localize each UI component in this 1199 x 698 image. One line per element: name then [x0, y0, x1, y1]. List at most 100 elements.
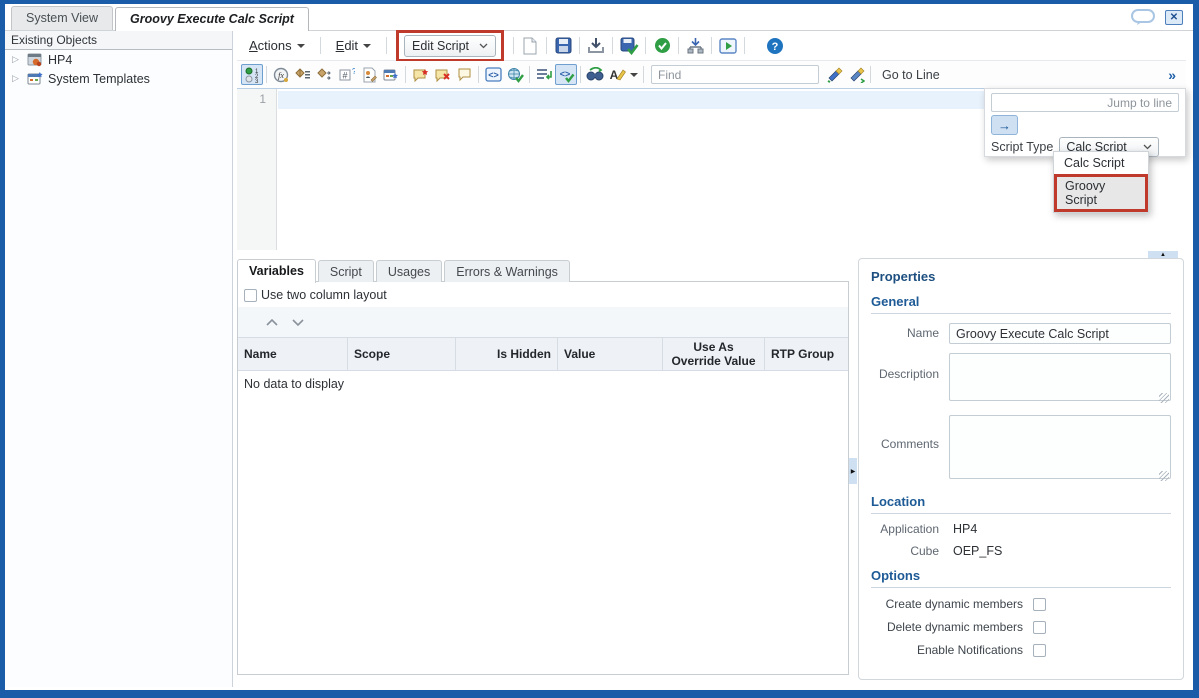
name-input[interactable] — [949, 323, 1171, 344]
variables-toolbar — [238, 307, 848, 337]
no-data-text: No data to display — [244, 377, 345, 391]
properties-title: Properties — [871, 269, 936, 284]
move-down-icon[interactable] — [292, 318, 304, 326]
option-groovy-script[interactable]: Groovy Script — [1054, 174, 1148, 212]
search-backward-icon[interactable] — [845, 64, 867, 85]
application-icon — [27, 53, 43, 67]
insert-function-icon[interactable]: fx — [270, 64, 292, 85]
svg-text:<>: <> — [559, 69, 570, 79]
column-header-value[interactable]: Value — [558, 338, 663, 370]
line-number: 1 — [259, 92, 266, 106]
edit-script-label: Edit Script — [412, 38, 470, 53]
expand-icon[interactable]: ▷ — [12, 73, 22, 84]
line-number-gutter: 1 — [237, 89, 277, 250]
format-script-icon[interactable] — [533, 64, 555, 85]
wrap-text-icon[interactable]: <> — [482, 64, 504, 85]
script-type-options: Calc Script Groovy Script — [1053, 151, 1149, 213]
description-label: Description — [878, 367, 939, 381]
save-as-icon[interactable] — [583, 34, 609, 58]
create-dynamic-members-checkbox[interactable] — [1033, 597, 1046, 611]
description-textarea[interactable] — [949, 353, 1171, 401]
go-arrow-button[interactable]: → — [991, 115, 1018, 135]
toggle-line-numbers-icon[interactable]: 123 — [241, 64, 263, 85]
script-edit-mode-icon[interactable]: <> — [555, 64, 577, 85]
close-icon[interactable]: ✕ — [1165, 10, 1183, 25]
svg-text:A: A — [609, 68, 618, 82]
tab-system-view[interactable]: System View — [11, 6, 114, 30]
svg-text:<>: <> — [488, 70, 499, 80]
delete-dynamic-members-label: Delete dynamic members — [886, 620, 1023, 634]
variables-table-header: Name Scope Is Hidden Value Use As Overri… — [238, 337, 848, 371]
script-toolbar: 123 fx #? <> — [237, 61, 1186, 88]
debug-script-icon[interactable] — [715, 34, 741, 58]
highlight-syntax-icon[interactable]: A — [606, 64, 628, 85]
column-header-is-hidden[interactable]: Is Hidden — [456, 338, 558, 370]
column-header-rtp-group[interactable]: RTP Group — [765, 338, 848, 370]
find-input[interactable] — [651, 65, 819, 84]
verify-syntax-icon[interactable] — [504, 64, 526, 85]
goto-line-popup: → Script Type Calc Script — [984, 88, 1186, 157]
actions-menu-label: Actions — [249, 38, 292, 53]
location-section-heading: Location — [871, 494, 1171, 514]
edit-properties-icon[interactable] — [358, 64, 380, 85]
delete-dynamic-members-checkbox[interactable] — [1033, 620, 1046, 634]
two-column-layout-checkbox[interactable] — [244, 288, 257, 302]
tab-errors-warnings[interactable]: Errors & Warnings — [444, 260, 570, 282]
options-section-heading: Options — [871, 568, 1171, 588]
insert-member-icon[interactable] — [292, 64, 314, 85]
tab-script[interactable]: Script — [317, 260, 374, 282]
comments-textarea[interactable] — [949, 415, 1171, 479]
tab-groovy-execute-calc-script[interactable]: Groovy Execute Calc Script — [115, 7, 309, 31]
sidebar-item-system-templates[interactable]: ▷ System Templates — [5, 69, 232, 88]
new-script-icon[interactable] — [517, 34, 543, 58]
sidebar-item-hp4[interactable]: ▷ HP4 — [5, 50, 232, 69]
add-comment-icon[interactable] — [409, 64, 431, 85]
cube-label: Cube — [910, 544, 939, 558]
enable-notifications-checkbox[interactable] — [1033, 643, 1046, 657]
comment-icon[interactable] — [453, 64, 475, 85]
resize-grip-icon[interactable] — [1159, 471, 1169, 481]
svg-text:#: # — [342, 70, 347, 80]
insert-variable-icon[interactable]: #? — [336, 64, 358, 85]
insert-member-range-icon[interactable] — [314, 64, 336, 85]
column-header-use-as-override[interactable]: Use As Override Value — [663, 338, 765, 370]
resize-grip-icon[interactable] — [1159, 393, 1169, 403]
insert-template-icon[interactable] — [380, 64, 402, 85]
collapse-up-icon[interactable]: ▲ — [1148, 251, 1178, 258]
svg-text:3: 3 — [255, 79, 259, 83]
two-column-layout-label: Use two column layout — [261, 288, 387, 302]
chevron-down-icon[interactable] — [628, 64, 640, 85]
save-icon[interactable] — [550, 34, 576, 58]
variables-panel: Use two column layout Name Scope Is Hidd… — [237, 281, 849, 675]
expand-icon[interactable]: ▷ — [12, 54, 22, 65]
validate-save-icon[interactable] — [616, 34, 642, 58]
search-forward-icon[interactable] — [823, 64, 845, 85]
deploy-icon[interactable] — [682, 34, 708, 58]
edit-menu[interactable]: Edit — [324, 38, 383, 53]
edit-script-dropdown[interactable]: Edit Script — [404, 34, 497, 57]
titlebar: System View Groovy Execute Calc Script ✕ — [5, 4, 1193, 31]
validate-icon[interactable] — [649, 34, 675, 58]
properties-panel: Properties General Name Description Comm… — [858, 258, 1184, 680]
toolbar-overflow-icon[interactable]: » — [1168, 67, 1182, 83]
edit-menu-label: Edit — [335, 38, 359, 53]
option-calc-script[interactable]: Calc Script — [1054, 152, 1148, 174]
goto-line-label[interactable]: Go to Line — [874, 68, 948, 82]
move-up-icon[interactable] — [266, 318, 278, 326]
tab-variables[interactable]: Variables — [237, 259, 316, 283]
chevron-down-icon — [296, 43, 305, 48]
column-header-name[interactable]: Name — [238, 338, 348, 370]
application-value: HP4 — [953, 522, 978, 536]
actions-menu[interactable]: Actions — [237, 38, 317, 53]
delete-comment-icon[interactable] — [431, 64, 453, 85]
column-header-scope[interactable]: Scope — [348, 338, 456, 370]
help-icon[interactable]: ? — [762, 34, 788, 58]
jump-to-line-input[interactable] — [991, 93, 1179, 112]
sidebar-item-label: System Templates — [48, 71, 150, 86]
find-replace-icon[interactable] — [584, 64, 606, 85]
create-dynamic-members-label: Create dynamic members — [885, 597, 1023, 611]
collapse-right-icon[interactable]: ▶ — [849, 458, 857, 484]
chevron-down-icon — [479, 43, 488, 48]
tab-usages[interactable]: Usages — [375, 260, 443, 282]
name-label: Name — [906, 326, 939, 340]
